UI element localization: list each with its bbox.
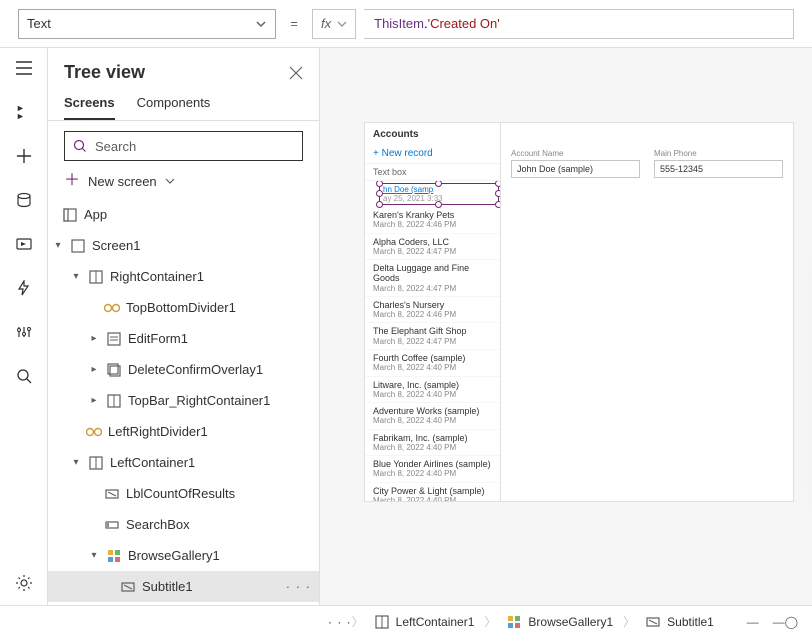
hamburger-icon[interactable] [14,58,34,78]
list-item[interactable]: Karen's Kranky PetsMarch 8, 2022 4:46 PM [365,207,500,234]
app-icon [62,207,78,223]
breadcrumb-leftcontainer[interactable]: LeftContainer1 [364,610,485,634]
tree-item-editform[interactable]: ▸ EditForm1 [48,323,319,354]
equals-label: = [284,16,304,31]
preview-textbox: Text box [365,163,500,181]
search-icon [73,139,87,153]
search-icon[interactable] [14,366,34,386]
chevron-down-icon [165,176,175,186]
label-icon [645,614,661,630]
tab-components[interactable]: Components [137,95,211,120]
field-label-mainphone: Main Phone [654,149,783,158]
formula-input[interactable]: ThisItem.'Created On' [364,9,794,39]
list-item[interactable]: The Elephant Gift ShopMarch 8, 2022 4:47… [365,323,500,350]
gallery-icon [506,614,522,630]
chevron-down-icon[interactable]: ▾ [88,550,100,561]
preview-accounts-header: Accounts [365,123,500,146]
more-icon[interactable]: · · · [286,579,311,594]
field-input-mainphone[interactable]: 555-12345 [654,160,783,178]
canvas-area[interactable]: Accounts + New record Text box hn Doe (s… [320,48,812,605]
group-icon [106,362,122,378]
list-item[interactable]: Litware, Inc. (sample)March 8, 2022 4:40… [365,377,500,404]
footer-minus-icon[interactable]: — [747,615,759,629]
chevron-down-icon[interactable]: ▾ [52,240,64,251]
preview-new-record[interactable]: + New record [365,146,500,163]
list-item[interactable]: Delta Luggage and Fine GoodsMarch 8, 202… [365,260,500,297]
formula-bar: Text = fx ThisItem.'Created On' [0,0,812,48]
tree-item-subtitle1[interactable]: Subtitle1 · · · [48,571,319,602]
tree-item-lrdivider[interactable]: LeftRightDivider1 [48,416,319,447]
tree-item-screen1[interactable]: ▾ Screen1 [48,230,319,261]
search-input[interactable]: Search [64,131,303,161]
tree-title: Tree view [64,62,145,83]
breadcrumb-browsegallery[interactable]: BrowseGallery1 [496,610,623,634]
left-rail [0,48,48,605]
tab-screens[interactable]: Screens [64,95,115,120]
plus-icon: ＋ [64,173,80,189]
chevron-down-icon[interactable]: ▾ [70,271,82,282]
new-screen-button[interactable]: ＋ New screen [48,171,319,199]
plus-icon[interactable] [14,146,34,166]
settings-tools-icon[interactable] [14,322,34,342]
form-icon [106,331,122,347]
container-icon [88,269,104,285]
gear-icon[interactable] [14,573,34,593]
field-label-accountname: Account Name [511,149,640,158]
screen-icon [70,238,86,254]
data-icon[interactable] [14,190,34,210]
list-item[interactable]: Blue Yonder Airlines (sample)March 8, 20… [365,456,500,483]
tree-view-icon[interactable] [14,102,34,122]
tree-body: App ▾ Screen1 ▾ RightContainer1 TopBotto… [48,199,319,605]
field-input-accountname[interactable]: John Doe (sample) [511,160,640,178]
list-item[interactable]: Adventure Works (sample)March 8, 2022 4:… [365,403,500,430]
app-preview: Accounts + New record Text box hn Doe (s… [364,122,794,502]
container-icon [88,455,104,471]
list-item[interactable]: Fabrikam, Inc. (sample)March 8, 2022 4:4… [365,430,500,457]
tree-item-topbarright[interactable]: ▸ TopBar_RightContainer1 [48,385,319,416]
list-item[interactable]: City Power & Light (sample)March 8, 2022… [365,483,500,501]
list-item[interactable]: Fourth Coffee (sample)March 8, 2022 4:40… [365,350,500,377]
chevron-down-icon [255,18,267,30]
tree-item-app[interactable]: App [48,199,319,230]
tree-view-panel: Tree view Screens Components Search ＋ Ne… [48,48,320,605]
label-icon [120,579,136,595]
tree-item-deleteoverlay[interactable]: ▸ DeleteConfirmOverlay1 [48,354,319,385]
tree-item-lblcount[interactable]: LblCountOfResults [48,478,319,509]
divider-icon [86,424,102,440]
preview-selected-row[interactable]: hn Doe (samp ay 25, 2021 3:33 [365,181,500,207]
chevron-right-icon[interactable]: ▸ [88,333,100,344]
preview-list: hn Doe (samp ay 25, 2021 3:33 Karen's Kr… [365,181,500,501]
tree-item-browsegallery[interactable]: ▾ BrowseGallery1 [48,540,319,571]
container-icon [374,614,390,630]
selection-box[interactable] [379,183,499,205]
media-icon[interactable] [14,234,34,254]
property-label: Text [27,16,51,31]
chevron-right-icon[interactable]: ▸ [88,395,100,406]
tree-item-searchbox[interactable]: SearchBox [48,509,319,540]
breadcrumb-subtitle1[interactable]: Subtitle1 [635,610,724,634]
tree-item-tbdivider[interactable]: TopBottomDivider1 [48,292,319,323]
property-dropdown[interactable]: Text [18,9,276,39]
label-icon [104,486,120,502]
fx-label: fx [321,16,331,31]
chevron-down-icon[interactable]: ▾ [70,457,82,468]
footer-bar: · · · 〉 LeftContainer1 〉 BrowseGallery1 … [0,605,812,637]
textinput-icon [104,517,120,533]
container-icon [106,393,122,409]
fx-button[interactable]: fx [312,9,356,39]
power-icon[interactable] [14,278,34,298]
list-item[interactable]: Charles's NurseryMarch 8, 2022 4:46 PM [365,297,500,324]
tree-item-rightcontainer[interactable]: ▾ RightContainer1 [48,261,319,292]
list-item[interactable]: Alpha Coders, LLCMarch 8, 2022 4:47 PM [365,234,500,261]
gallery-icon [106,548,122,564]
tree-item-leftcontainer[interactable]: ▾ LeftContainer1 [48,447,319,478]
chevron-down-icon [337,19,347,29]
divider-icon [104,300,120,316]
close-icon[interactable] [289,66,303,80]
footer-slider-icon[interactable]: —◯ [773,615,798,629]
chevron-right-icon[interactable]: ▸ [88,364,100,375]
breadcrumb-more[interactable]: · · · [328,615,352,629]
